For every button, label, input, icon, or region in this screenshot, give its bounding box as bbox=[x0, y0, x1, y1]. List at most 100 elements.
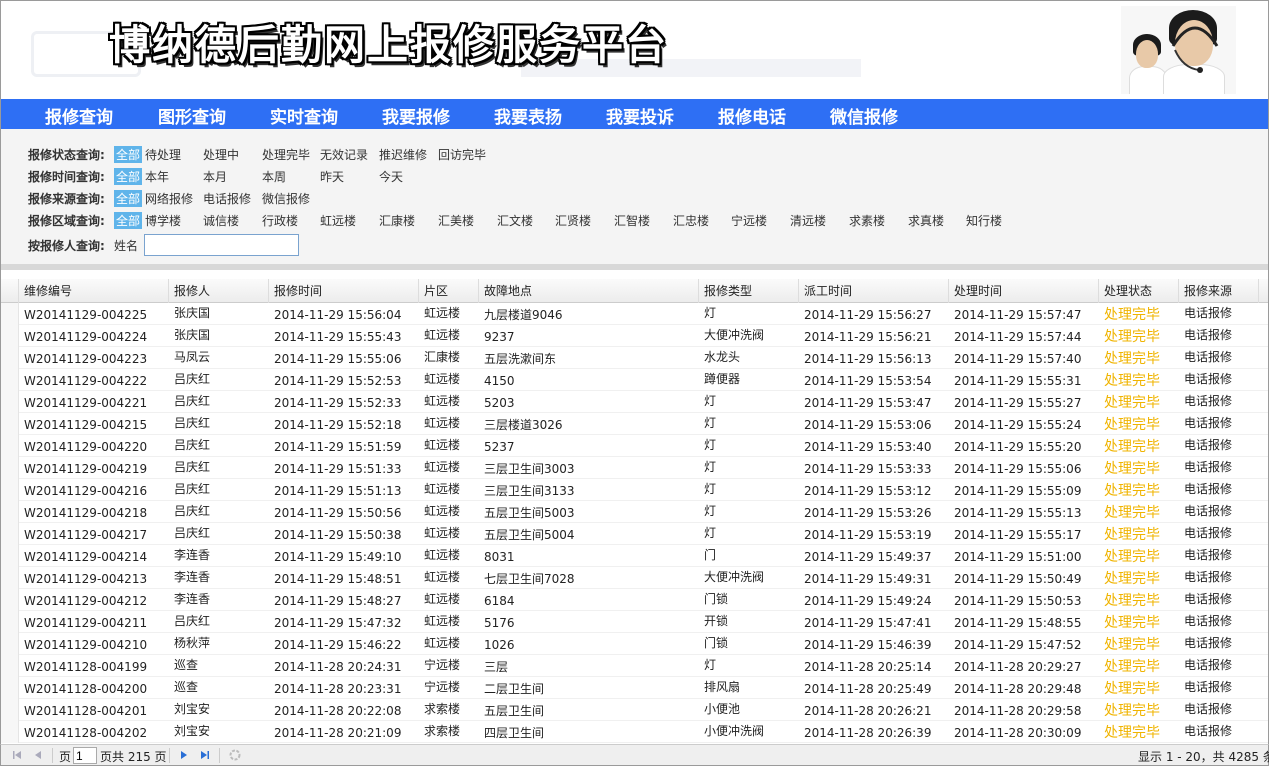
table-row[interactable]: W20141129-004210 杨秋萍 2014-11-29 15:46:22 虹远… bbox=[1, 633, 1268, 655]
column-header-reporter[interactable]: 报修人 bbox=[169, 279, 269, 303]
status-filter-all[interactable]: 全部 bbox=[114, 146, 143, 163]
area-filter-huizhong[interactable]: 汇忠楼 bbox=[671, 212, 711, 229]
name-search-input[interactable] bbox=[144, 234, 299, 256]
name-field-label: 姓名 bbox=[114, 239, 139, 253]
table-row[interactable]: W20141128-004201 刘宝安 2014-11-28 20:22:08 求索… bbox=[1, 699, 1268, 721]
column-header-dispatch-time[interactable]: 派工时间 bbox=[799, 279, 949, 303]
area-filter-chengxin[interactable]: 诚信楼 bbox=[201, 212, 241, 229]
row-number-cell bbox=[1, 369, 19, 391]
source-filter-phone[interactable]: 电话报修 bbox=[201, 190, 253, 207]
cell-reporter: 巡查 bbox=[174, 658, 199, 672]
table-row[interactable]: W20141129-004215 吕庆红 2014-11-29 15:52:18 虹远… bbox=[1, 413, 1268, 435]
cell-report-time: 2014-11-29 15:46:22 bbox=[274, 638, 402, 652]
area-filter-qiusu[interactable]: 求素楼 bbox=[847, 212, 887, 229]
area-filter-huiwen[interactable]: 汇文楼 bbox=[495, 212, 535, 229]
table-row[interactable]: W20141129-004217 吕庆红 2014-11-29 15:50:38 虹远… bbox=[1, 523, 1268, 545]
source-filter-wechat[interactable]: 微信报修 bbox=[260, 190, 312, 207]
table-row[interactable]: W20141128-004199 巡查 2014-11-28 20:24:31 宁远楼… bbox=[1, 655, 1268, 677]
column-header-status[interactable]: 处理状态 bbox=[1099, 279, 1179, 303]
cell-status: 处理完毕 bbox=[1104, 681, 1160, 697]
row-number-cell bbox=[1, 523, 19, 545]
nav-praise[interactable]: 我要表扬 bbox=[494, 103, 562, 128]
time-filter-year[interactable]: 本年 bbox=[143, 168, 171, 185]
table-row[interactable]: W20141129-004224 张庆国 2014-11-29 15:55:43 虹远… bbox=[1, 325, 1268, 347]
time-filter-month[interactable]: 本月 bbox=[201, 168, 229, 185]
cell-source: 电话报修 bbox=[1184, 350, 1233, 364]
last-page-icon[interactable] bbox=[198, 748, 212, 762]
area-filter-qingyuan[interactable]: 清远楼 bbox=[788, 212, 828, 229]
column-header-source[interactable]: 报修来源 bbox=[1179, 279, 1259, 303]
cell-location: 5176 bbox=[484, 616, 515, 630]
cell-repair-type: 门锁 bbox=[704, 592, 729, 606]
cell-location: 九层楼道9046 bbox=[484, 308, 563, 322]
prev-page-icon[interactable] bbox=[31, 748, 45, 762]
area-filter-xingzheng[interactable]: 行政楼 bbox=[260, 212, 300, 229]
nav-repair-query[interactable]: 报修查询 bbox=[45, 103, 113, 128]
status-filter-revisited[interactable]: 回访完毕 bbox=[436, 146, 488, 163]
nav-realtime-query[interactable]: 实时查询 bbox=[270, 103, 338, 128]
column-header-location[interactable]: 故障地点 bbox=[479, 279, 699, 303]
area-filter-huizhi[interactable]: 汇智楼 bbox=[612, 212, 652, 229]
area-filter-hongyuan[interactable]: 虹远楼 bbox=[318, 212, 358, 229]
source-filter-all[interactable]: 全部 bbox=[114, 190, 143, 207]
table-row[interactable]: W20141129-004220 吕庆红 2014-11-29 15:51:59 虹远… bbox=[1, 435, 1268, 457]
table-row[interactable]: W20141129-004212 李连香 2014-11-29 15:48:27 虹远… bbox=[1, 589, 1268, 611]
nav-chart-query[interactable]: 图形查询 bbox=[158, 103, 226, 128]
column-header-repair-type[interactable]: 报修类型 bbox=[699, 279, 799, 303]
column-header-handle-time[interactable]: 处理时间 bbox=[949, 279, 1099, 303]
area-filter-boxue[interactable]: 博学楼 bbox=[143, 212, 183, 229]
cell-repair-id: W20141129-004210 bbox=[24, 638, 148, 652]
cell-repair-type: 灯 bbox=[704, 438, 717, 452]
table-row[interactable]: W20141129-004219 吕庆红 2014-11-29 15:51:33 虹远… bbox=[1, 457, 1268, 479]
status-filter-done[interactable]: 处理完毕 bbox=[260, 146, 312, 163]
area-filter-all[interactable]: 全部 bbox=[114, 212, 143, 229]
next-page-icon[interactable] bbox=[177, 748, 191, 762]
table-row[interactable]: W20141129-004225 张庆国 2014-11-29 15:56:04 虹远… bbox=[1, 303, 1268, 325]
source-filter-web[interactable]: 网络报修 bbox=[143, 190, 195, 207]
refresh-icon[interactable] bbox=[228, 748, 242, 762]
table-row[interactable]: W20141128-004202 刘宝安 2014-11-28 20:21:09 求索… bbox=[1, 721, 1268, 743]
time-filter-all[interactable]: 全部 bbox=[114, 168, 143, 185]
cell-zone: 汇康楼 bbox=[424, 350, 461, 364]
column-header-report-time[interactable]: 报修时间 bbox=[269, 279, 419, 303]
area-filter-huimei[interactable]: 汇美楼 bbox=[436, 212, 476, 229]
table-row[interactable]: W20141129-004211 吕庆红 2014-11-29 15:47:32 虹远… bbox=[1, 611, 1268, 633]
time-filter-yesterday[interactable]: 昨天 bbox=[318, 168, 346, 185]
first-page-icon[interactable] bbox=[10, 748, 24, 762]
area-filter-qiuzhen[interactable]: 求真楼 bbox=[906, 212, 946, 229]
cell-status: 处理完毕 bbox=[1104, 483, 1160, 499]
area-filter-huixian[interactable]: 汇贤楼 bbox=[553, 212, 593, 229]
area-filter-zhixing[interactable]: 知行楼 bbox=[964, 212, 1004, 229]
column-header-repair-id[interactable]: 维修编号 bbox=[19, 279, 169, 303]
nav-complaint[interactable]: 我要投诉 bbox=[606, 103, 674, 128]
status-filter-delayed[interactable]: 推迟维修 bbox=[377, 146, 429, 163]
nav-repair-phone[interactable]: 报修电话 bbox=[718, 103, 786, 128]
cell-report-time: 2014-11-29 15:47:32 bbox=[274, 616, 402, 630]
page-number-input[interactable] bbox=[73, 747, 97, 764]
time-filter-today[interactable]: 今天 bbox=[377, 168, 405, 185]
table-row[interactable]: W20141129-004222 吕庆红 2014-11-29 15:52:53 虹远… bbox=[1, 369, 1268, 391]
area-filter-ningyuan[interactable]: 宁远楼 bbox=[729, 212, 769, 229]
cell-reporter: 吕庆红 bbox=[174, 614, 211, 628]
table-row[interactable]: W20141128-004200 巡查 2014-11-28 20:23:31 宁远楼… bbox=[1, 677, 1268, 699]
cell-location: 四层卫生间 bbox=[484, 726, 545, 740]
cell-reporter: 马凤云 bbox=[174, 350, 211, 364]
table-row[interactable]: W20141129-004221 吕庆红 2014-11-29 15:52:33 虹远… bbox=[1, 391, 1268, 413]
status-filter-pending[interactable]: 待处理 bbox=[143, 146, 183, 163]
column-header-zone[interactable]: 片区 bbox=[419, 279, 479, 303]
cell-status: 处理完毕 bbox=[1104, 439, 1160, 455]
cell-source: 电话报修 bbox=[1184, 372, 1233, 386]
status-filter-processing[interactable]: 处理中 bbox=[201, 146, 241, 163]
cell-dispatch-time: 2014-11-29 15:56:21 bbox=[804, 330, 932, 344]
cell-repair-id: W20141128-004201 bbox=[24, 704, 148, 718]
table-row[interactable]: W20141129-004214 李连香 2014-11-29 15:49:10 虹远… bbox=[1, 545, 1268, 567]
area-filter-huikang[interactable]: 汇康楼 bbox=[377, 212, 417, 229]
status-filter-invalid[interactable]: 无效记录 bbox=[318, 146, 370, 163]
time-filter-week[interactable]: 本周 bbox=[260, 168, 288, 185]
nav-wechat-repair[interactable]: 微信报修 bbox=[830, 103, 898, 128]
table-row[interactable]: W20141129-004216 吕庆红 2014-11-29 15:51:13 虹远… bbox=[1, 479, 1268, 501]
nav-submit-repair[interactable]: 我要报修 bbox=[382, 103, 450, 128]
table-row[interactable]: W20141129-004213 李连香 2014-11-29 15:48:51 虹远… bbox=[1, 567, 1268, 589]
table-row[interactable]: W20141129-004223 马凤云 2014-11-29 15:55:06 汇康… bbox=[1, 347, 1268, 369]
table-row[interactable]: W20141129-004218 吕庆红 2014-11-29 15:50:56 虹远… bbox=[1, 501, 1268, 523]
